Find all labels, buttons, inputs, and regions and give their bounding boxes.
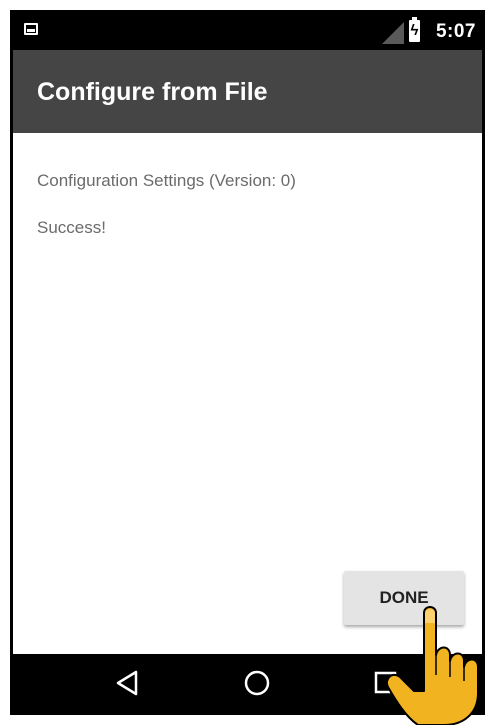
action-bar: Configure from File <box>13 50 482 133</box>
status-bar: ϟ 5:07 <box>13 13 482 50</box>
recents-button[interactable] <box>356 654 416 712</box>
back-icon <box>116 670 138 696</box>
back-button[interactable] <box>98 654 158 712</box>
device-screen: ϟ 5:07 Configure from File Configuration… <box>10 10 485 715</box>
recents-icon <box>374 671 397 694</box>
battery-charging-icon: ϟ <box>409 17 420 42</box>
success-message: Success! <box>37 218 106 237</box>
configuration-settings-text: Configuration Settings (Version: 0) <box>37 171 296 190</box>
navigation-bar <box>13 654 482 712</box>
signal-icon <box>382 22 404 44</box>
home-button[interactable] <box>227 654 287 712</box>
image-notification-icon <box>24 23 38 35</box>
page-title: Configure from File <box>37 78 268 106</box>
status-time: 5:07 <box>435 21 476 42</box>
content-area: Configuration Settings (Version: 0) Succ… <box>13 133 482 654</box>
done-button[interactable]: DONE <box>344 571 464 625</box>
home-icon <box>244 670 270 696</box>
